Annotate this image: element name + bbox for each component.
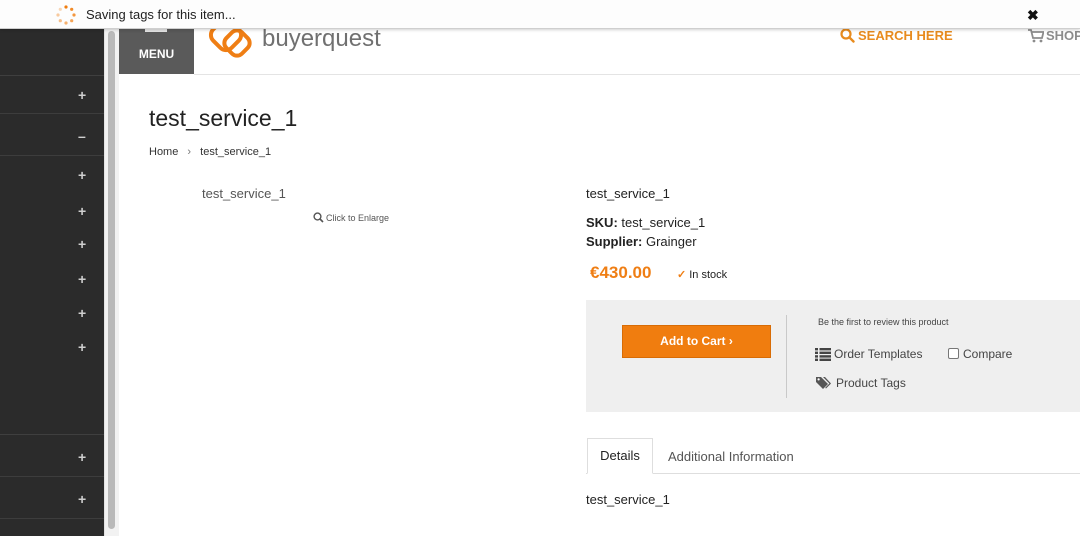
close-icon[interactable]: ✖ (1027, 7, 1039, 24)
tab-additional-information[interactable]: Additional Information (668, 449, 794, 464)
search-icon (840, 28, 855, 43)
tab-content-text: test_service_1 (586, 492, 670, 507)
sidebar-item[interactable]: – (0, 114, 104, 156)
expand-icon: + (78, 236, 87, 252)
sidebar: + – + + + + + + + + (0, 29, 104, 536)
supplier-label: Supplier: (586, 234, 643, 249)
review-link[interactable]: Be the first to review this product (818, 317, 949, 327)
header-divider (194, 74, 1080, 75)
notification-bar: Saving tags for this item... ✖ (0, 0, 1080, 29)
sidebar-item[interactable]: + (0, 261, 104, 296)
logo-text[interactable]: buyerquest (262, 25, 381, 53)
buyerquest-logo-icon (208, 26, 252, 58)
search-link[interactable]: SEARCH HERE (840, 28, 953, 43)
enlarge-label: Click to Enlarge (326, 213, 390, 223)
expand-icon: + (78, 167, 87, 183)
loading-spinner-icon (56, 5, 76, 25)
collapse-icon: – (78, 128, 86, 144)
sku-value: test_service_1 (621, 215, 706, 230)
expand-icon: + (78, 491, 87, 507)
compare-checkbox[interactable]: Compare (948, 347, 1012, 361)
breadcrumb: Home › test_service_1 (149, 146, 271, 158)
menu-button[interactable]: MENU (119, 29, 194, 74)
product-supplier: Supplier: Grainger (586, 234, 697, 249)
product-tags-link[interactable]: Product Tags (816, 376, 906, 390)
breadcrumb-home-link[interactable]: Home (149, 146, 178, 158)
product-price: €430.00 (590, 263, 652, 282)
checkbox-icon[interactable] (948, 348, 959, 359)
stock-label: In stock (689, 269, 728, 281)
sidebar-item[interactable]: + (0, 76, 104, 114)
cart-icon (1028, 29, 1045, 43)
sidebar-item[interactable]: + (0, 330, 104, 364)
add-to-cart-button[interactable]: Add to Cart › (622, 325, 771, 358)
scrollbar-thumb[interactable] (108, 31, 115, 529)
shop-label: SHOP (1046, 28, 1080, 43)
expand-icon: + (78, 271, 87, 287)
order-templates-link[interactable]: Order Templates (815, 347, 922, 361)
search-label: SEARCH HERE (858, 28, 953, 43)
sidebar-item[interactable]: + (0, 156, 104, 192)
tags-icon (816, 377, 831, 389)
sku-label: SKU: (586, 215, 618, 230)
sidebar-item[interactable]: + (0, 192, 104, 227)
shop-link[interactable]: SHOP (1028, 28, 1080, 43)
panel-divider (786, 315, 787, 398)
breadcrumb-current: test_service_1 (200, 146, 272, 158)
compare-label: Compare (963, 347, 1013, 361)
product-sku: SKU: test_service_1 (586, 215, 705, 230)
supplier-value: Grainger (645, 234, 697, 249)
expand-icon: + (78, 339, 87, 355)
product-tags-label: Product Tags (836, 376, 906, 390)
sidebar-item[interactable]: + (0, 296, 104, 330)
click-to-enlarge[interactable]: Click to Enlarge (313, 212, 389, 223)
tab-details[interactable]: Details (587, 438, 653, 474)
expand-icon: + (78, 203, 87, 219)
expand-icon: + (78, 87, 87, 103)
chevron-right-icon: › (187, 146, 192, 158)
list-icon (815, 348, 831, 361)
order-templates-label: Order Templates (834, 347, 923, 361)
sidebar-item[interactable]: + (0, 227, 104, 261)
checkmark-icon: ✓ (677, 269, 687, 281)
expand-icon: + (78, 449, 87, 465)
tabs-divider (586, 473, 1080, 474)
expand-icon: + (78, 305, 87, 321)
notification-text: Saving tags for this item... (86, 7, 236, 22)
sidebar-item[interactable]: + (0, 477, 104, 519)
zoom-icon (313, 212, 324, 223)
stock-status: ✓ In stock (677, 268, 727, 281)
hamburger-icon (145, 29, 167, 32)
product-image-alt[interactable]: test_service_1 (202, 186, 286, 201)
product-name: test_service_1 (586, 186, 670, 201)
menu-label: MENU (138, 47, 175, 61)
page-title: test_service_1 (149, 105, 298, 131)
sidebar-item[interactable]: + (0, 435, 104, 477)
